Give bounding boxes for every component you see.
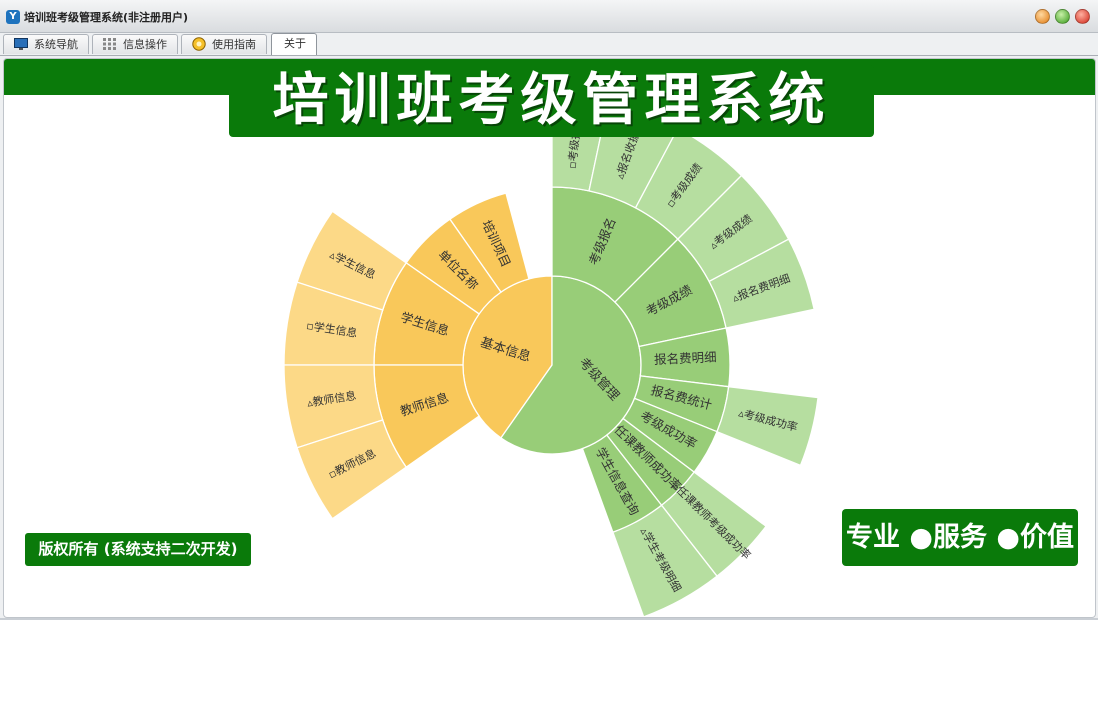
tab-bar: 系统导航 信息操作 使用指南 关于 bbox=[0, 33, 1098, 56]
minimize-button[interactable] bbox=[1035, 9, 1050, 24]
maximize-button[interactable] bbox=[1055, 9, 1070, 24]
header-banner: 培训班考级管理系统 bbox=[229, 65, 874, 137]
guide-icon bbox=[192, 37, 206, 51]
sunburst-menu: 基本信息考级管理培训项目单位名称学生信息教师信息考级报名考级成绩报名费明细报名费… bbox=[283, 96, 819, 617]
tab-system-navigation[interactable]: 系统导航 bbox=[3, 34, 89, 54]
tab-info-operation[interactable]: 信息操作 bbox=[92, 34, 178, 54]
grid-icon bbox=[103, 38, 116, 50]
page-title: 培训班考级管理系统 bbox=[272, 68, 831, 133]
tab-user-guide[interactable]: 使用指南 bbox=[181, 34, 267, 54]
title-bar[interactable]: Y 培训班考级管理系统(非注册用户) bbox=[0, 0, 1098, 33]
tab-about[interactable]: 关于 bbox=[271, 33, 317, 55]
window-title: 培训班考级管理系统(非注册用户) bbox=[24, 11, 189, 24]
monitor-icon bbox=[14, 38, 28, 50]
sunburst-l1-6-label: 报名费明细 bbox=[654, 349, 717, 367]
tab-label: 使用指南 bbox=[212, 38, 256, 51]
tab-label: 关于 bbox=[284, 37, 306, 50]
tab-label: 信息操作 bbox=[123, 38, 167, 51]
about-panel: 培训班考级管理系统 基本信息 考级管理 培训项目 单位名称 学生信息 教师信息 考级报名 考级… bbox=[3, 58, 1096, 618]
close-button[interactable] bbox=[1075, 9, 1090, 24]
app-window: Y 培训班考级管理系统(非注册用户) 系统导航 信息操作 使用指南 关于 培训班… bbox=[0, 0, 1098, 620]
tab-label: 系统导航 bbox=[34, 38, 78, 51]
app-logo-icon: Y bbox=[6, 10, 20, 24]
